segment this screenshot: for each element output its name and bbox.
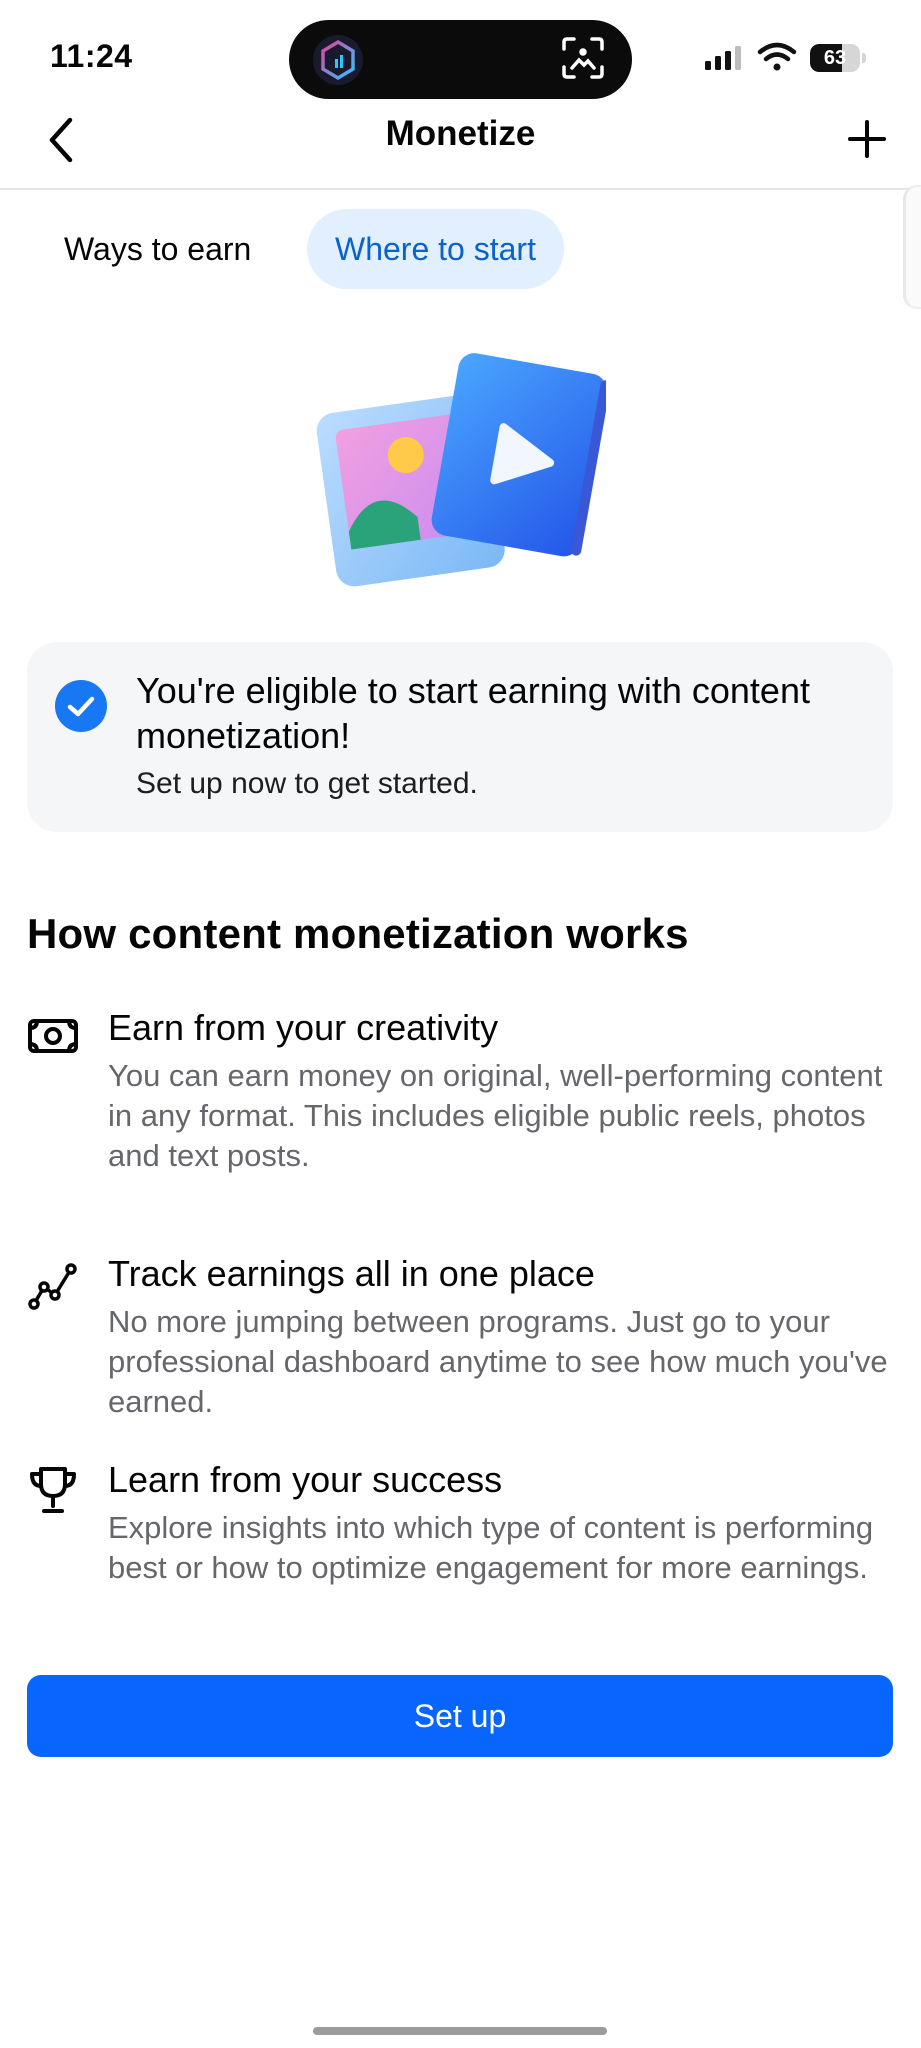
edge-handle [903,185,921,309]
feature-title: Track earnings all in one place [108,1253,595,1294]
status-time: 11:24 [50,38,133,74]
page-title: Monetize [385,114,536,153]
trophy-icon [27,1464,79,1516]
trend-line-icon [27,1260,79,1312]
plus-icon [848,120,886,158]
checkmark-icon [55,680,107,732]
battery-icon: 63 [810,44,868,72]
tab-where-to-start[interactable]: Where to start [307,209,564,289]
feature-body: Explore insights into which type of cont… [108,1510,874,1585]
section-title: How content monetization works [27,910,689,957]
cellular-signal-icon [705,46,745,70]
media-illustration [316,352,611,597]
feature-body: You can earn money on original, well-per… [108,1058,883,1173]
battery-percent: 63 [823,47,847,69]
feature-body: No more jumping between programs. Just g… [108,1304,888,1419]
feature-title: Learn from your success [108,1459,503,1500]
face-scan-icon [560,35,606,81]
setup-button[interactable]: Set up [27,1675,893,1757]
wifi-icon [757,42,797,72]
header-divider [0,188,921,190]
money-icon [27,1010,79,1062]
eligibility-subtitle: Set up now to get started. [136,767,478,800]
home-indicator[interactable] [313,2027,607,2035]
feature-title: Earn from your creativity [108,1007,499,1048]
tab-ways-to-earn[interactable]: Ways to earn [42,209,273,289]
eligibility-title: You're eligible to start earning with co… [136,670,810,756]
app-activity-icon [313,35,363,85]
add-button[interactable] [842,114,892,164]
